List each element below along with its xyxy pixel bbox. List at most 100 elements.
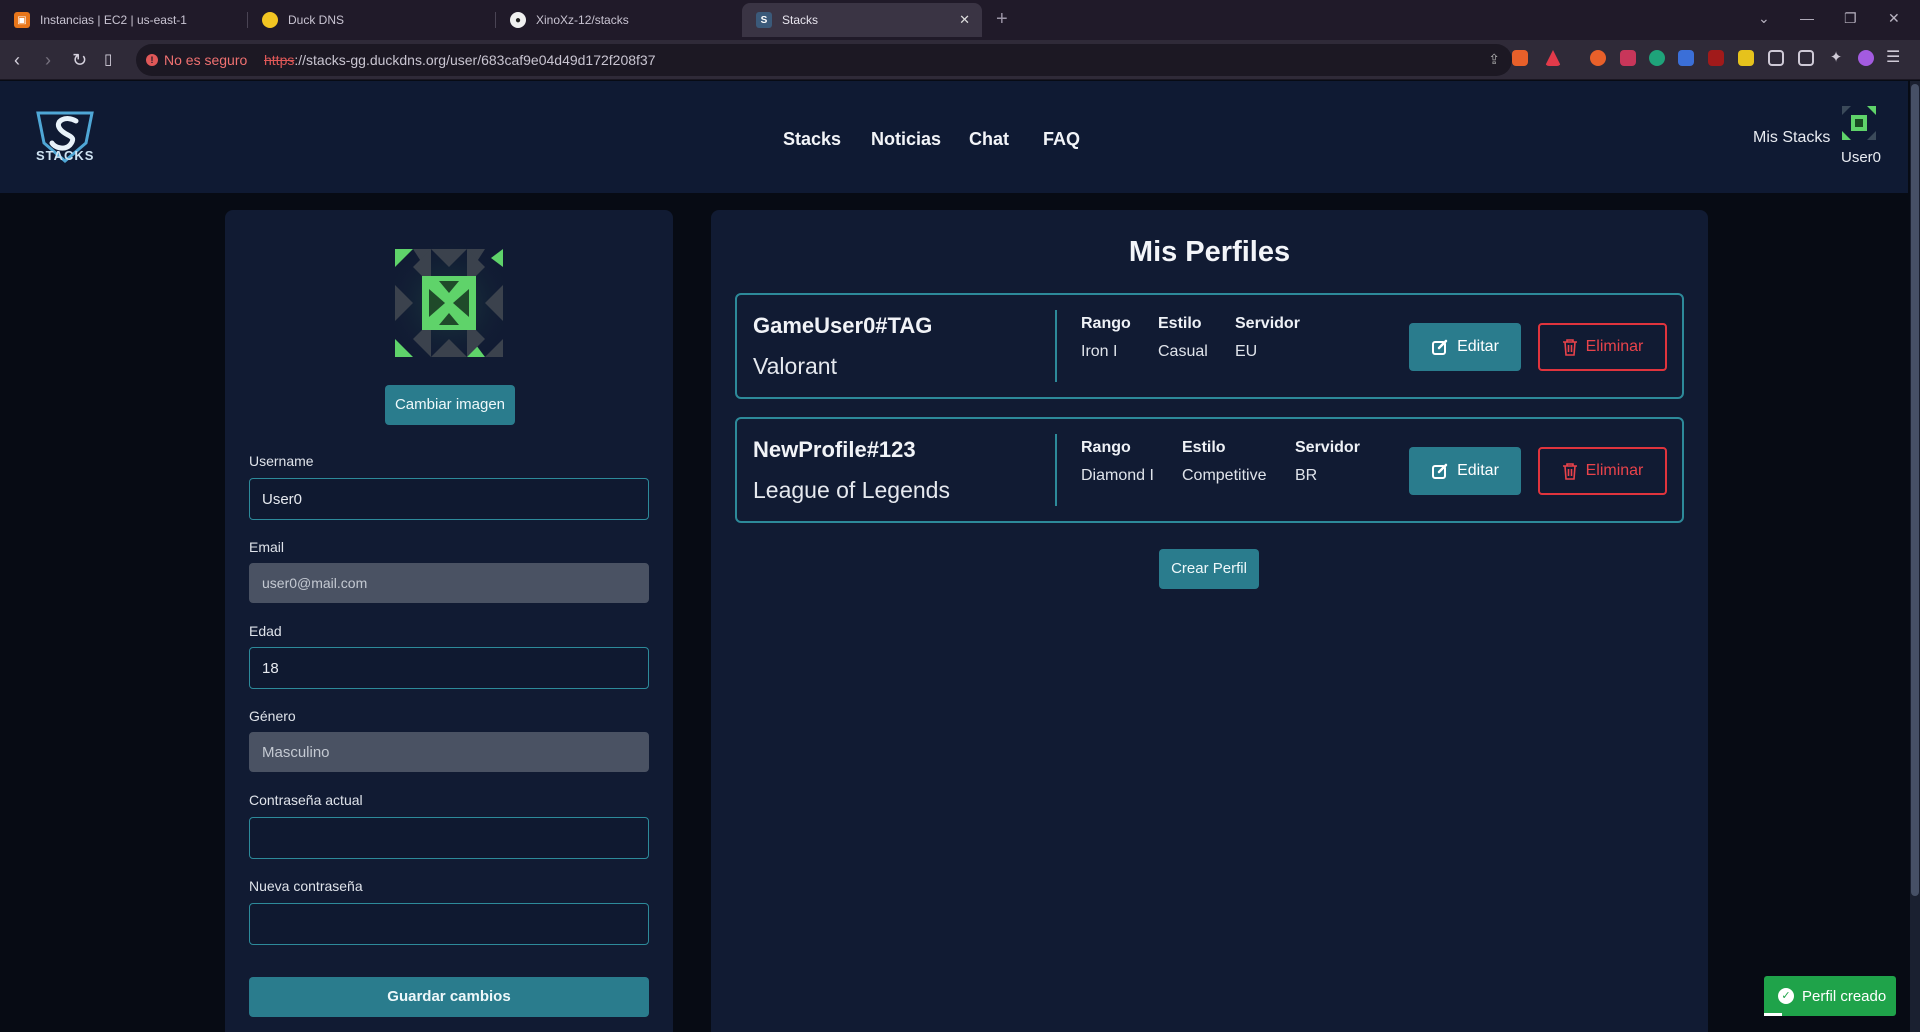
mis-stacks-link[interactable]: Mis Stacks <box>1753 129 1830 147</box>
profile-name: NewProfile#123 <box>753 437 916 462</box>
servidor-label: Servidor <box>1235 315 1300 332</box>
minimize-icon[interactable]: — <box>1800 10 1814 26</box>
edad-field[interactable]: 18 <box>249 647 649 689</box>
username-field[interactable]: User0 <box>249 478 649 520</box>
tab-title: Stacks <box>782 13 819 27</box>
success-toast[interactable]: ✓ Perfil creado <box>1764 976 1896 1016</box>
reload-icon[interactable]: ↻ <box>72 50 87 70</box>
edit-label: Editar <box>1457 338 1499 355</box>
edit-icon <box>1432 339 1448 355</box>
rango-stat: Rango Diamond I <box>1081 439 1154 485</box>
rango-label: Rango <box>1081 439 1131 456</box>
edit-profile-button[interactable]: Editar <box>1409 447 1521 495</box>
back-icon[interactable]: ‹ <box>14 50 20 70</box>
servidor-value: EU <box>1235 343 1258 360</box>
toast-progress-bar <box>1764 1013 1782 1016</box>
tab-search-chevron-icon[interactable]: ⌄ <box>1758 10 1770 27</box>
nav-stacks[interactable]: Stacks <box>783 129 841 150</box>
profiles-title: Mis Perfiles <box>1128 236 1291 268</box>
profiles-panel: Mis Perfiles GameUser0#TAG Valorant Rang… <box>711 210 1708 1032</box>
insecure-icon: ! <box>146 54 158 66</box>
extension-grammar-icon[interactable] <box>1649 50 1665 66</box>
security-indicator[interactable]: ! No es seguro <box>146 52 247 68</box>
aws-favicon-icon: ▣ <box>14 12 30 28</box>
browser-tab-github[interactable]: ● XinoXz-12/stacks <box>496 3 742 37</box>
rango-label: Rango <box>1081 315 1131 332</box>
scrollbar-thumb[interactable] <box>1911 84 1919 896</box>
browser-tab-ec2[interactable]: ▣ Instancias | EC2 | us-east-1 <box>0 3 246 37</box>
github-favicon-icon: ● <box>510 12 526 28</box>
extension-fire-icon[interactable] <box>1590 50 1606 66</box>
card-divider <box>1055 434 1057 506</box>
servidor-label: Servidor <box>1295 439 1360 456</box>
bookmark-icon[interactable]: ▯ <box>104 50 112 70</box>
extension-yellow-icon[interactable] <box>1738 50 1754 66</box>
brave-shield-icon[interactable] <box>1512 50 1528 66</box>
profile-game: Valorant <box>753 353 837 379</box>
user-avatar[interactable] <box>1842 106 1876 140</box>
trash-icon <box>1562 339 1577 356</box>
logo-text: STACKS <box>36 148 95 163</box>
share-icon[interactable]: ⇪ <box>1488 51 1500 68</box>
tab-title: Instancias | EC2 | us-east-1 <box>40 13 187 27</box>
url-path: ://stacks-gg.duckdns.org/user/683caf9e04… <box>294 52 656 68</box>
delete-label: Eliminar <box>1585 462 1644 479</box>
check-circle-icon: ✓ <box>1778 988 1794 1004</box>
extension-shield-icon[interactable] <box>1620 50 1636 66</box>
genero-field: Masculino <box>249 732 649 772</box>
extensions-puzzle-icon[interactable] <box>1768 50 1784 66</box>
email-field: user0@mail.com <box>249 563 649 603</box>
servidor-stat: Servidor EU <box>1235 315 1300 361</box>
email-label: Email <box>249 539 285 555</box>
profile-card: GameUser0#TAG Valorant Rango Iron I Esti… <box>735 293 1684 399</box>
account-settings-panel: Cambiar imagen Username User0 Email user… <box>225 210 673 1032</box>
estilo-stat: Estilo Competitive <box>1182 439 1266 485</box>
profile-game: League of Legends <box>753 477 950 503</box>
profile-avatar-icon[interactable] <box>1858 50 1874 66</box>
restore-icon[interactable]: ❐ <box>1844 10 1857 27</box>
new-password-field[interactable] <box>249 903 649 945</box>
url-scheme: https <box>264 52 295 68</box>
username-label: Username <box>249 453 314 469</box>
extension-translate-icon[interactable] <box>1678 50 1694 66</box>
edit-label: Editar <box>1457 462 1499 479</box>
toast-message: Perfil creado <box>1802 987 1887 1005</box>
nav-chat[interactable]: Chat <box>969 129 1009 150</box>
window-close-icon[interactable]: ✕ <box>1888 10 1900 27</box>
profile-name: GameUser0#TAG <box>753 313 933 338</box>
save-changes-button[interactable]: Guardar cambios <box>249 977 649 1017</box>
delete-label: Eliminar <box>1585 338 1644 355</box>
edit-profile-button[interactable]: Editar <box>1409 323 1521 371</box>
create-profile-button[interactable]: Crear Perfil <box>1159 549 1259 589</box>
tab-title: XinoXz-12/stacks <box>536 13 629 27</box>
forward-icon[interactable]: › <box>45 50 51 70</box>
estilo-stat: Estilo Casual <box>1158 315 1208 361</box>
edit-icon <box>1432 463 1448 479</box>
profile-card: NewProfile#123 League of Legends Rango D… <box>735 417 1684 523</box>
new-password-label: Nueva contraseña <box>249 878 363 894</box>
menu-icon[interactable]: ☰ <box>1886 50 1902 66</box>
browser-tab-duckdns[interactable]: Duck DNS <box>248 3 494 37</box>
nav-noticias[interactable]: Noticias <box>871 129 941 150</box>
duck-favicon-icon <box>262 12 278 28</box>
current-password-field[interactable] <box>249 817 649 859</box>
rango-value: Diamond I <box>1081 467 1154 484</box>
address-bar[interactable]: ! No es seguro https://stacks-gg.duckdns… <box>136 44 1512 76</box>
genero-label: Género <box>249 708 296 724</box>
site-header <box>0 81 1908 193</box>
change-image-button[interactable]: Cambiar imagen <box>385 385 515 425</box>
close-tab-icon[interactable]: ✕ <box>959 12 970 28</box>
delete-profile-button[interactable]: Eliminar <box>1538 323 1667 371</box>
browser-tab-stacks[interactable]: S Stacks ✕ <box>742 3 982 37</box>
delete-profile-button[interactable]: Eliminar <box>1538 447 1667 495</box>
extension-ublock-icon[interactable] <box>1708 50 1724 66</box>
sidebar-toggle-icon[interactable] <box>1798 50 1814 66</box>
nav-faq[interactable]: FAQ <box>1043 129 1080 150</box>
new-tab-icon[interactable]: + <box>996 8 1008 31</box>
stacks-favicon-icon: S <box>756 12 772 28</box>
trash-icon <box>1562 463 1577 480</box>
estilo-value: Competitive <box>1182 467 1267 484</box>
header-username[interactable]: User0 <box>1841 149 1881 166</box>
card-divider <box>1055 310 1057 382</box>
leo-ai-icon[interactable]: ✦ <box>1828 50 1844 66</box>
